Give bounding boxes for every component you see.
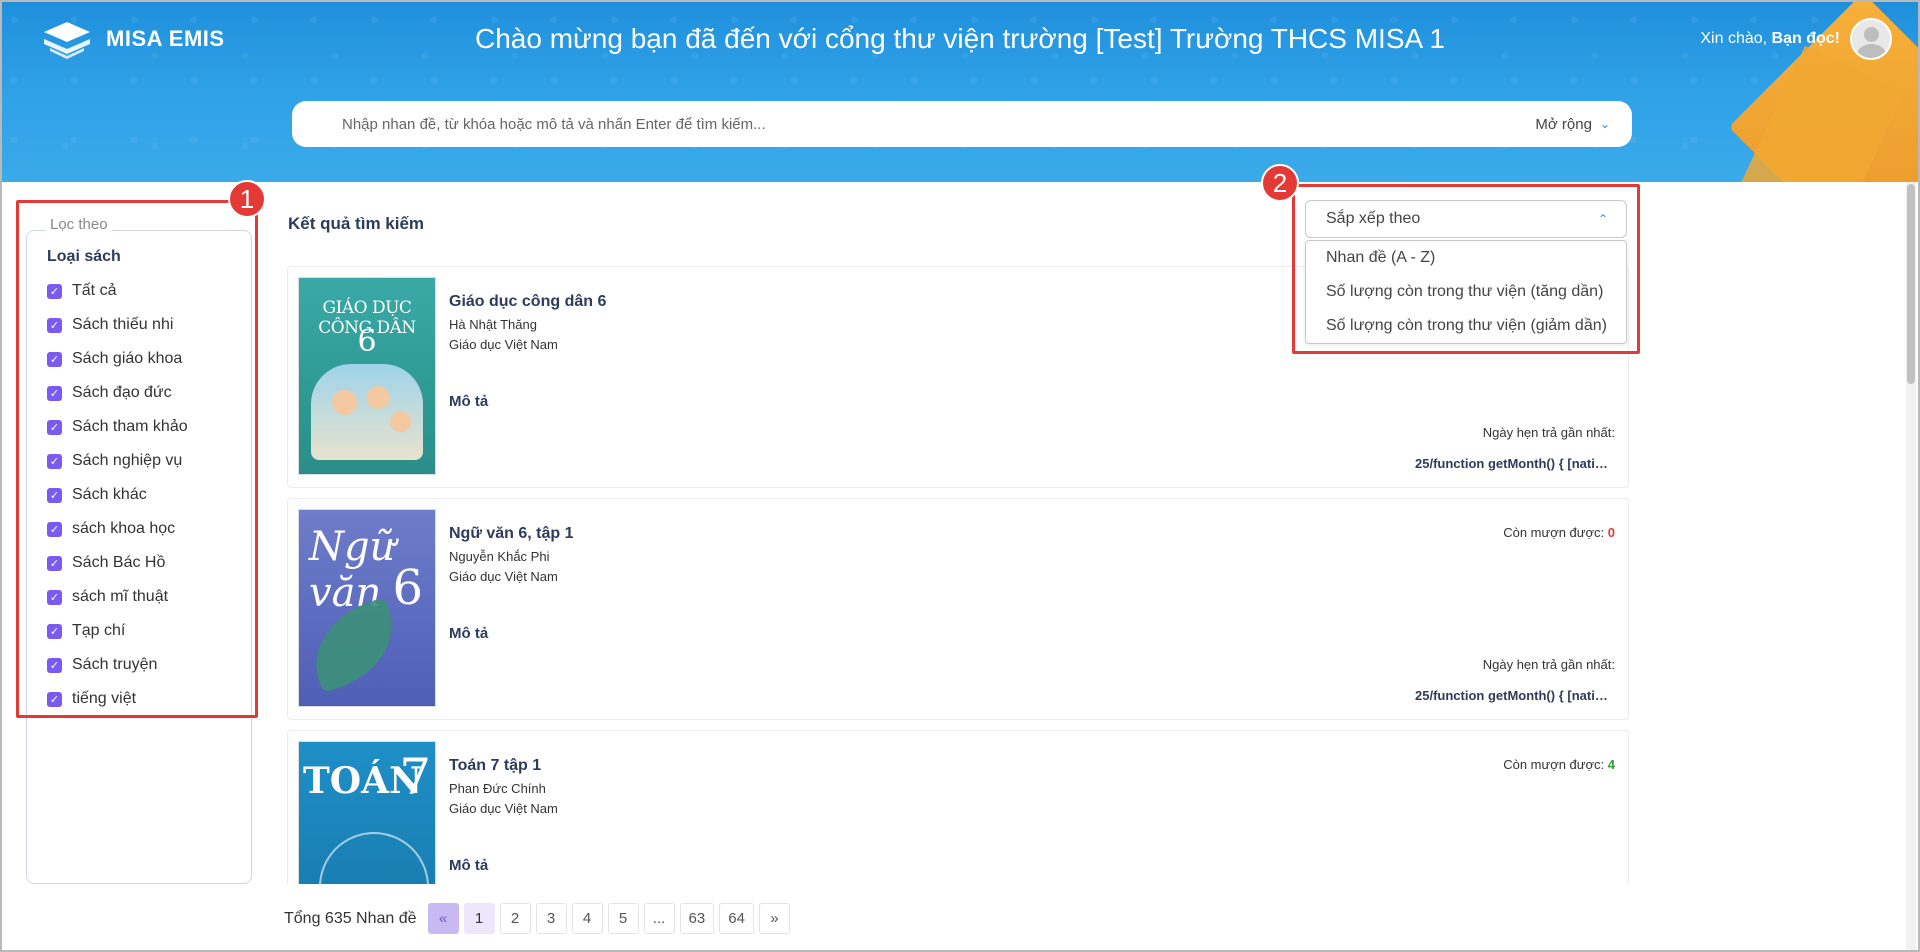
greeting-prefix: Xin chào, <box>1700 30 1768 47</box>
prev-page-button[interactable]: « <box>427 903 459 934</box>
results-title: Kết quả tìm kiếm <box>288 214 425 233</box>
total-count: Tổng 635 Nhan đề <box>284 909 417 927</box>
return-date-label: Ngày hẹn trả gần nhất: <box>1482 657 1615 672</box>
avatar[interactable] <box>1850 18 1892 60</box>
book-description-label: Mô tả <box>449 857 489 874</box>
page-button-current[interactable]: 1 <box>463 903 495 934</box>
page-button[interactable]: 2 <box>499 903 531 934</box>
highlight-box-2 <box>1292 184 1640 354</box>
page-button[interactable]: 5 <box>607 903 639 934</box>
chevron-down-icon: ⌄ <box>1599 117 1610 131</box>
book-description-label: Mô tả <box>449 625 489 642</box>
availability-count: 4 <box>1607 757 1615 772</box>
user-name: Bạn đọc! <box>1771 30 1840 47</box>
book-title[interactable]: Giáo dục công dân 6 <box>449 293 606 311</box>
book-publisher: Giáo dục Việt Nam <box>449 569 558 584</box>
expand-search-button[interactable]: Mở rộng ⌄ <box>1535 116 1610 133</box>
book-cover[interactable]: GIÁO DỤC CÔNG DÂN 6 <box>298 277 436 475</box>
greeting-text: Xin chào, Bạn đọc! <box>1700 30 1840 48</box>
book-author: Nguyễn Khắc Phi <box>449 549 550 564</box>
pagination: Tổng 635 Nhan đề « 1 2 3 4 5 ... 63 64 » <box>284 903 790 934</box>
availability: Còn mượn được: 0 <box>1503 525 1615 540</box>
highlight-box-1 <box>16 200 258 718</box>
book-author: Hà Nhật Thăng <box>449 317 537 332</box>
page-frame: MISA EMIS Chào mừng bạn đã đến với cổng … <box>0 0 1920 952</box>
scrollbar-thumb[interactable] <box>1907 184 1915 384</box>
book-publisher: Giáo dục Việt Nam <box>449 801 558 816</box>
cover-number: 6 <box>392 560 423 616</box>
availability-label: Còn mượn được: <box>1503 525 1605 540</box>
book-card[interactable]: Ngữ văn 6 Ngữ văn 6, tập 1 Nguyễn Khắc P… <box>287 498 1629 720</box>
page-ellipsis: ... <box>643 903 675 934</box>
cover-number: 6 <box>357 324 377 359</box>
book-description-label: Mô tả <box>449 393 489 410</box>
cover-illustration <box>311 364 423 460</box>
return-date-label: Ngày hẹn trả gần nhất: <box>1482 425 1615 440</box>
book-publisher: Giáo dục Việt Nam <box>449 337 558 352</box>
welcome-title: Chào mừng bạn đã đến với cổng thư viện t… <box>475 23 1445 54</box>
next-page-button[interactable]: » <box>758 903 790 934</box>
search-bar: Mở rộng ⌄ <box>292 101 1632 147</box>
availability-label: Còn mượn được: <box>1503 757 1605 772</box>
return-date-value: 25/function getMonth() { [native code] } <box>1415 688 1615 703</box>
page-button[interactable]: 64 <box>719 903 754 934</box>
header-banner: MISA EMIS Chào mừng bạn đã đến với cổng … <box>2 2 1918 182</box>
expand-label: Mở rộng <box>1535 115 1592 133</box>
availability: Còn mượn được: 4 <box>1503 757 1615 772</box>
page-button[interactable]: 63 <box>679 903 715 934</box>
page-button[interactable]: 4 <box>571 903 603 934</box>
return-date-value: 25/function getMonth() { [native code] } <box>1415 456 1615 471</box>
availability-count: 0 <box>1607 525 1615 540</box>
page-button[interactable]: 3 <box>535 903 567 934</box>
cover-number: 7 <box>399 748 431 806</box>
book-author: Phan Đức Chính <box>449 781 546 796</box>
step-badge-2: 2 <box>1261 164 1299 202</box>
book-title[interactable]: Toán 7 tập 1 <box>449 757 541 775</box>
search-input[interactable] <box>342 115 1536 133</box>
user-menu[interactable]: Xin chào, Bạn đọc! <box>1700 18 1892 60</box>
book-title[interactable]: Ngữ văn 6, tập 1 <box>449 525 574 543</box>
step-badge-1: 1 <box>228 180 266 218</box>
book-cover[interactable]: Ngữ văn 6 <box>298 509 436 707</box>
